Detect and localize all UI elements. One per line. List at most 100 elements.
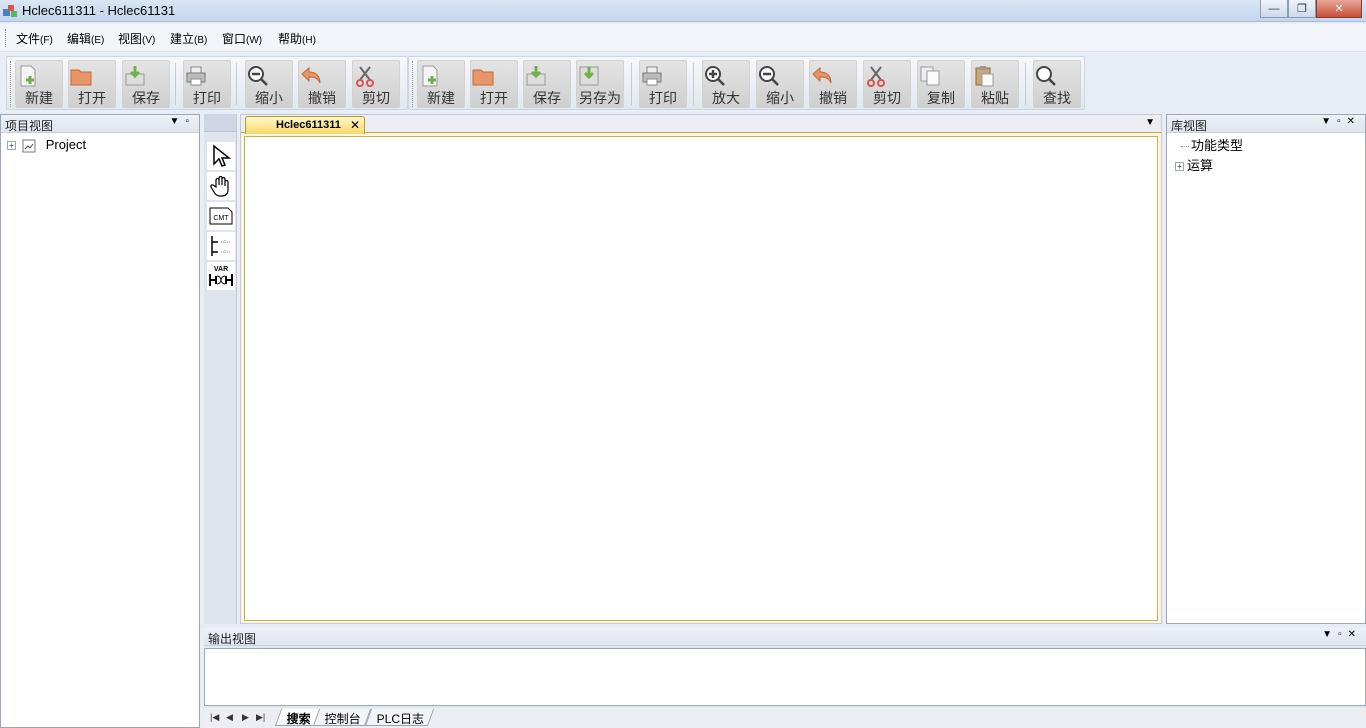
toolbar2-undo-button[interactable]: 撤销: [809, 60, 857, 108]
svg-text:VAR: VAR: [214, 266, 228, 273]
toolbar2-find-button[interactable]: 查找: [1033, 60, 1081, 108]
output-view-panel: 输出视图 ▼▫✕ |◀ ◀ ▶ ▶| 搜索 控制台 PLC日志: [204, 628, 1366, 728]
toolbar-print-button[interactable]: 打印: [183, 60, 231, 108]
toolbar2-open-button[interactable]: 打开: [470, 60, 518, 108]
variable-tool[interactable]: VAR: [207, 262, 235, 290]
toolbar2-zoom-in-button[interactable]: 放大: [702, 60, 750, 108]
toolbar-separator: [1025, 63, 1026, 105]
zoom-out-icon: [759, 66, 779, 86]
menu-edit[interactable]: 编辑(E): [67, 30, 104, 47]
open-folder-icon: [472, 69, 494, 86]
toolbar-open-button[interactable]: 打开: [68, 60, 116, 108]
pin-icon[interactable]: ▫: [185, 116, 195, 127]
output-view-title: 输出视图: [208, 632, 257, 646]
output-tab-console[interactable]: 控制台: [312, 709, 372, 726]
contact-tool[interactable]: [207, 232, 235, 260]
pointer-tool[interactable]: [207, 142, 235, 170]
diagram-canvas[interactable]: [244, 136, 1158, 621]
project-view-title: 项目视图: [5, 119, 54, 133]
variable-icon: VAR: [209, 266, 233, 286]
menu-view[interactable]: 视图(V): [118, 30, 155, 47]
output-view-header: 输出视图 ▼▫✕: [204, 628, 1366, 646]
toolbar-zoom-out-button[interactable]: 缩小: [245, 60, 293, 108]
output-tab-plc-log[interactable]: PLC日志: [364, 709, 435, 726]
toolbar-grip: [10, 61, 13, 107]
app-icon: [3, 5, 17, 17]
save-icon: [526, 66, 546, 86]
title-bar: Hclec611311 - Hclec61131 — ❐ ✕: [0, 0, 1366, 22]
contact-icon: [211, 236, 230, 256]
comment-icon: CMT: [209, 207, 233, 225]
tab-list-dropdown-icon[interactable]: ▼: [1145, 117, 1155, 128]
minimize-button[interactable]: —: [1260, 0, 1288, 18]
toolbar2-new-button[interactable]: 新建: [417, 60, 465, 108]
project-view-header: 项目视图 ▼▫: [1, 115, 199, 133]
toolbar2-save-button[interactable]: 保存: [523, 60, 571, 108]
toolbar-separator: [693, 63, 694, 105]
expand-icon[interactable]: +: [7, 141, 16, 151]
editor-area: Hclec611311 ✕ ▼: [240, 114, 1162, 624]
restore-button[interactable]: ❐: [1288, 0, 1316, 18]
panel-dropdown-icon[interactable]: ▼: [1321, 116, 1337, 127]
last-tab-icon[interactable]: ▶|: [256, 712, 265, 723]
close-panel-icon[interactable]: ✕: [1348, 629, 1362, 640]
prev-tab-icon[interactable]: ◀: [226, 712, 233, 723]
print-icon: [642, 66, 662, 86]
pointer-icon: [213, 144, 231, 167]
undo-icon: [812, 66, 832, 84]
menu-window[interactable]: 窗口(W): [222, 30, 262, 47]
edit-toolbar: 新建 打开 保存 另存为 打印 放大 缩小 撤销 剪切 复制 粘贴 查找: [408, 56, 1085, 110]
toolbar2-cut-button[interactable]: 剪切: [863, 60, 911, 108]
output-content[interactable]: [204, 648, 1366, 706]
pin-icon[interactable]: ▫: [1337, 116, 1347, 127]
hand-pan-icon: [210, 175, 229, 197]
paste-icon: [975, 66, 994, 87]
pin-icon[interactable]: ▫: [1338, 629, 1348, 640]
toolbar-separator: [631, 63, 632, 105]
zoom-in-icon: [705, 66, 725, 86]
toolbar-save-button[interactable]: 保存: [122, 60, 170, 108]
zoom-out-icon: [248, 66, 268, 86]
document-tabstrip: Hclec611311 ✕ ▼: [241, 115, 1161, 134]
library-item-function-types[interactable]: 功能类型: [1181, 135, 1243, 154]
toolbar-grip: [412, 61, 415, 107]
toolbar2-save-as-button[interactable]: 另存为: [576, 60, 624, 108]
pan-tool[interactable]: [207, 172, 235, 200]
output-tabstrip: |◀ ◀ ▶ ▶| 搜索 控制台 PLC日志: [204, 708, 1366, 728]
toolbar-cut-button[interactable]: 剪切: [352, 60, 400, 108]
library-view-panel: 库视图 ▼▫✕ 功能类型 + 运算: [1166, 114, 1366, 624]
toolbar2-zoom-out-button[interactable]: 缩小: [756, 60, 804, 108]
close-tab-icon[interactable]: ✕: [350, 118, 360, 132]
project-icon: [22, 139, 36, 153]
comment-tool[interactable]: CMT: [207, 202, 235, 230]
standard-toolbar: 新建 打开 保存 打印 缩小 撤销 剪切: [6, 56, 408, 110]
expand-icon[interactable]: +: [1175, 162, 1184, 172]
menu-file[interactable]: 文件(F): [16, 30, 53, 47]
toolbar-separator: [236, 63, 237, 105]
new-file-icon: [20, 65, 36, 87]
menu-help[interactable]: 帮助(H): [278, 30, 316, 47]
panel-dropdown-icon[interactable]: ▼: [1322, 629, 1338, 640]
print-icon: [186, 66, 206, 86]
close-window-button[interactable]: ✕: [1316, 0, 1362, 18]
menu-bar: 文件(F) 编辑(E) 视图(V) 建立(B) 窗口(W) 帮助(H): [0, 24, 1366, 52]
first-tab-icon[interactable]: |◀: [210, 712, 219, 723]
tree-line: [1181, 146, 1189, 148]
library-item-operations[interactable]: + 运算: [1175, 155, 1213, 174]
menu-build[interactable]: 建立(B): [170, 30, 207, 47]
toolbar2-copy-button[interactable]: 复制: [917, 60, 965, 108]
toolbar-separator: [175, 63, 176, 105]
document-tab[interactable]: Hclec611311 ✕: [245, 116, 365, 134]
panel-dropdown-icon[interactable]: ▼: [170, 116, 186, 127]
next-tab-icon[interactable]: ▶: [242, 712, 249, 723]
toolbar2-paste-button[interactable]: 粘贴: [971, 60, 1019, 108]
toolbar-undo-button[interactable]: 撤销: [298, 60, 346, 108]
document-tab-label: Hclec611311: [276, 119, 341, 131]
toolbar-new-button[interactable]: 新建: [15, 60, 63, 108]
menu-grip: [5, 29, 8, 47]
tree-node-label: Project: [45, 137, 87, 152]
toolbar2-print-button[interactable]: 打印: [639, 60, 687, 108]
tree-node-project[interactable]: + Project: [7, 137, 86, 153]
copy-icon: [920, 66, 940, 86]
close-panel-icon[interactable]: ✕: [1347, 116, 1361, 127]
